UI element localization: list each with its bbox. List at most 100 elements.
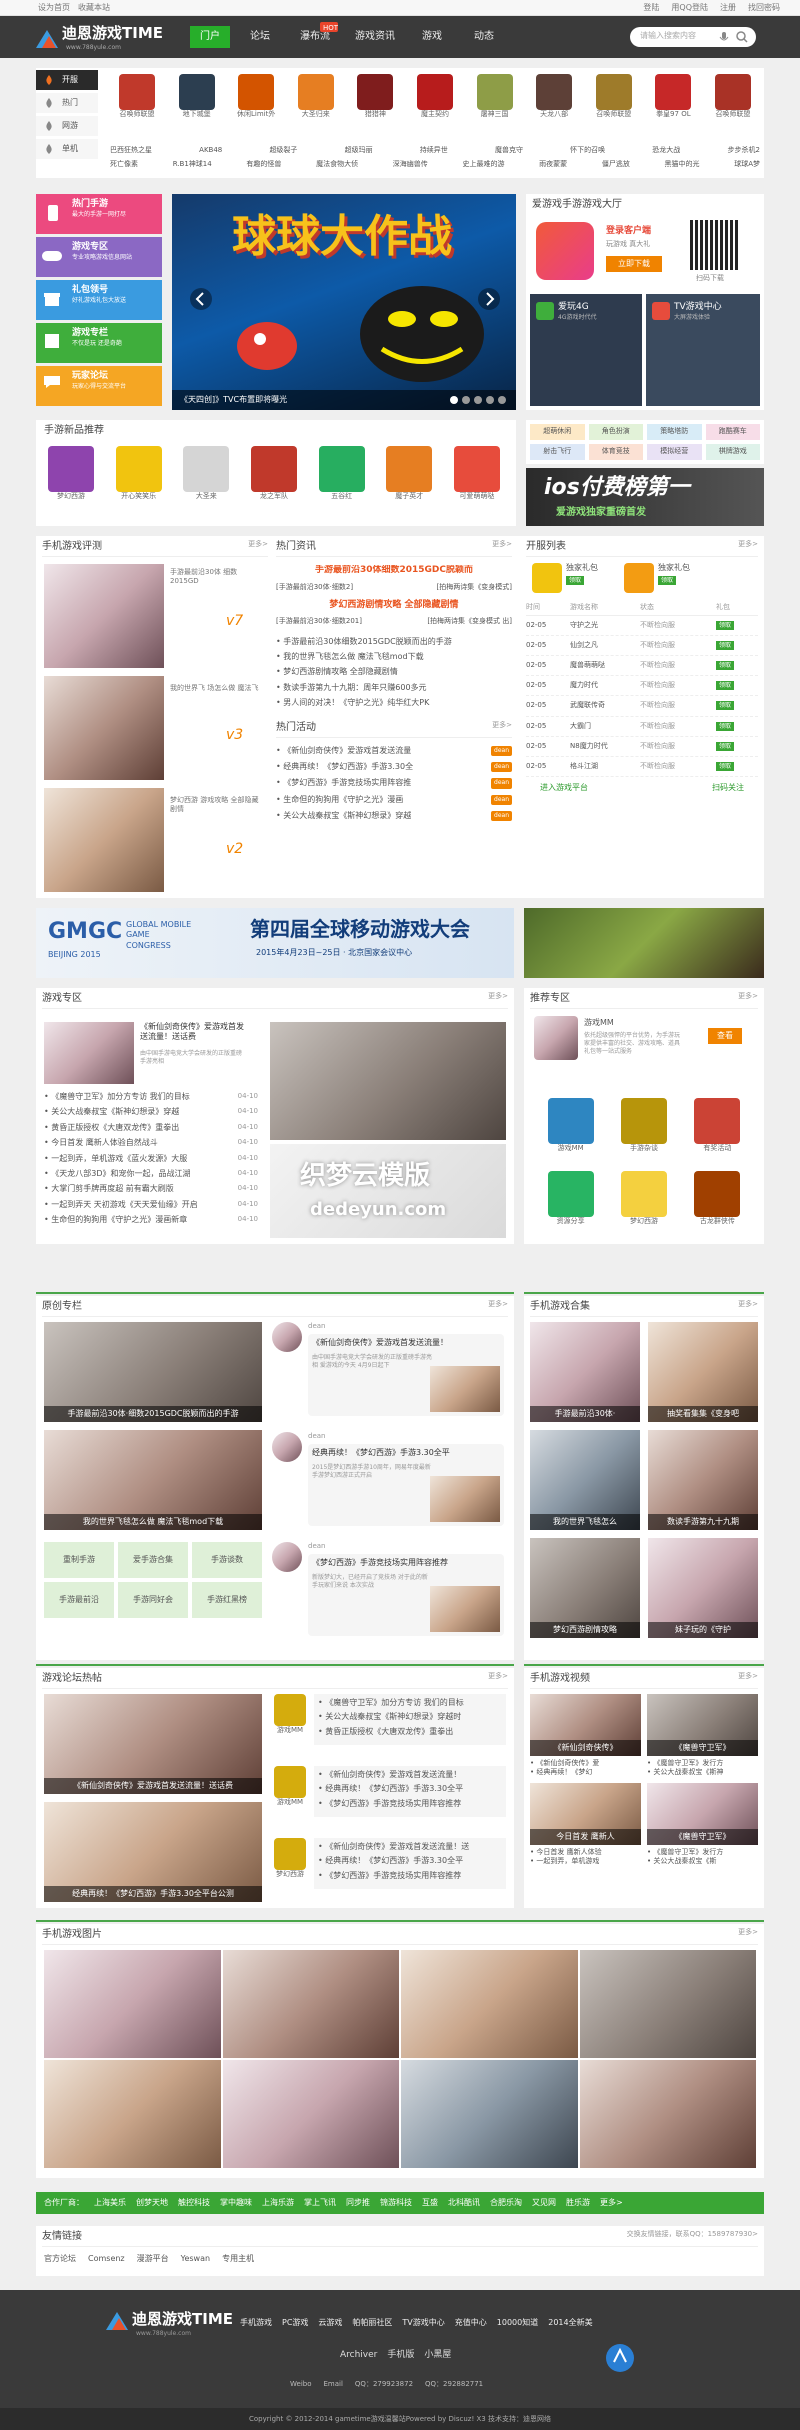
game-link[interactable]: R.B1神球14: [173, 160, 212, 169]
hero-carousel[interactable]: 球球大作战 《天四创]》TVC布置即将曝光: [172, 194, 516, 410]
zone-news-item[interactable]: • 一起到弄，单机游戏《蓝火发源》大服 04-10: [44, 1154, 258, 1164]
nav-games[interactable]: 游戏: [412, 26, 452, 48]
claim-button[interactable]: 领取: [716, 661, 735, 671]
weibo-link[interactable]: Weibo: [290, 2380, 312, 2389]
forum-more[interactable]: 更多>: [488, 1672, 508, 1685]
column-post[interactable]: dean 经典再续！《梦幻西游》手游3.30全平 2015是梦幻西游手游10周年，网…: [272, 1432, 508, 1536]
tag[interactable]: 棋牌游戏: [705, 444, 760, 460]
collection-item[interactable]: 手游最前沿30体·: [530, 1322, 640, 1422]
wechat-link[interactable]: 扫码关注: [712, 783, 744, 793]
zone-feature-title[interactable]: 《新仙剑奇侠传》爱游戏首发送流量！送话费: [140, 1022, 244, 1043]
exclusive-gift[interactable]: 独家礼包 领取: [532, 563, 598, 593]
news-item[interactable]: • 数读手游第九十九期：周年只赚600多元: [276, 683, 512, 693]
recommend-top-avatar[interactable]: [534, 1016, 578, 1060]
exclusive-gift[interactable]: 独家礼包 领取: [624, 563, 690, 593]
game-link[interactable]: 魔兽克守: [495, 146, 523, 155]
zone-more[interactable]: 更多>: [488, 992, 508, 1005]
search-icon[interactable]: [736, 31, 748, 43]
qq-login-link[interactable]: 用QQ登陆: [671, 3, 708, 13]
review-more[interactable]: 更多>: [248, 540, 268, 553]
gallery-photo[interactable]: [579, 1950, 756, 2058]
author-avatar[interactable]: [272, 1432, 302, 1462]
server-row[interactable]: 02-05 武魔联传奇 不断检向服 领取: [526, 696, 758, 717]
site-logo[interactable]: 迪恩游戏TIME www.788yule.com: [34, 24, 164, 54]
promo-4g[interactable]: 爱玩4G 4G游戏时代代: [530, 294, 642, 406]
game-tile[interactable]: 休闲Limit外: [229, 74, 283, 119]
game-link[interactable]: 魔法食物大侦: [316, 160, 358, 169]
game-link[interactable]: 球球A梦: [734, 160, 760, 169]
tag[interactable]: 射击飞行: [530, 444, 585, 460]
news-item[interactable]: • 梦幻西游剧情攻略 全部隐藏剧情: [276, 667, 512, 677]
server-row[interactable]: 02-05 仙剑之凡 不断检向服 领取: [526, 636, 758, 657]
game-link[interactable]: 僵尸逃放: [602, 160, 630, 169]
game-tile[interactable]: 猎猎神: [348, 74, 402, 119]
tag[interactable]: 跑酷赛车: [705, 424, 760, 440]
gallery-photo[interactable]: [401, 1950, 578, 2058]
nav-game-news[interactable]: 游戏资讯: [350, 26, 400, 48]
claim-button[interactable]: 领取: [716, 721, 735, 731]
partner-link[interactable]: 锦游科技: [380, 2198, 412, 2208]
forum-photo[interactable]: 《新仙剑奇侠传》爱游戏首发送流量！送话费: [44, 1694, 262, 1794]
column-photo[interactable]: 手游最前沿30体·细数2015GDC脱颖而出的手游: [44, 1322, 262, 1422]
promo-tv[interactable]: TV游戏中心 大屏游戏体验: [646, 294, 760, 406]
gallery-photo[interactable]: [579, 2060, 756, 2168]
news-item[interactable]: • 男人间的对决！《守护之光》纯华红大PK: [276, 698, 512, 708]
column-link[interactable]: 手游谈数: [192, 1542, 262, 1578]
forum-thread[interactable]: • 《新仙剑奇侠传》爱游戏首发送流量！送: [318, 1842, 502, 1852]
enter-platform-link[interactable]: 进入游戏平台: [540, 783, 588, 793]
game-link[interactable]: 持续异世: [420, 146, 448, 155]
partner-link[interactable]: 上海乐游: [262, 2198, 294, 2208]
recommend-item[interactable]: 游戏MM: [534, 1098, 607, 1153]
collection-item[interactable]: 梦幻西游剧情攻略: [530, 1538, 640, 1638]
column-link[interactable]: 手游红黑榜: [192, 1582, 262, 1618]
game-link[interactable]: 有趣的怪兽: [246, 160, 281, 169]
footer-link[interactable]: 10000知道: [497, 2318, 538, 2328]
server-row[interactable]: 02-05 魔力时代 不断检向服 领取: [526, 676, 758, 697]
game-tile[interactable]: 召唤师联盟: [110, 74, 164, 119]
carousel-next-icon[interactable]: [478, 288, 500, 310]
collection-item[interactable]: 妹子玩的《守护: [648, 1538, 758, 1638]
game-link[interactable]: 步步杀机2: [727, 146, 759, 155]
author-avatar[interactable]: [272, 1542, 302, 1572]
zone-news-item[interactable]: • 黄昏正版授权《大唐双龙传》重拳出 04-10: [44, 1123, 258, 1133]
server-row[interactable]: 02-05 魔兽萌萌哒 不断检向服 领取: [526, 656, 758, 677]
tag[interactable]: 策略塔防: [647, 424, 702, 440]
carousel-dot[interactable]: [474, 396, 482, 404]
footer-link[interactable]: TV游戏中心: [402, 2318, 444, 2328]
zone-news-item[interactable]: • 今日首发 鹰新人体验自然战斗 04-10: [44, 1138, 258, 1148]
zone-photo[interactable]: [270, 1022, 506, 1140]
partner-link[interactable]: 掌中趣味: [220, 2198, 252, 2208]
column-link[interactable]: 爱手游合集: [118, 1542, 188, 1578]
partner-link[interactable]: 互盛: [422, 2198, 438, 2208]
review-photo[interactable]: [44, 788, 164, 892]
review-text[interactable]: 梦幻西游 游戏攻略 全部隐藏 剧情: [170, 796, 260, 814]
forum-thread[interactable]: • 经典再续！《梦幻西游》手游3.30全平: [318, 1856, 502, 1866]
forum-thread[interactable]: • 《魔兽守卫军》加分方专访 我们的目标: [318, 1698, 502, 1708]
column-post[interactable]: dean 《新仙剑奇侠传》爱游戏首发送流量！ 由中国手游电竞大学会研发的正版重磅手游…: [272, 1322, 508, 1426]
zone-news-item[interactable]: • 《魔兽守卫军》加分方专访 我们的目标 04-10: [44, 1092, 258, 1102]
game-link[interactable]: 巴西狂热之星: [110, 146, 152, 155]
new-game-item[interactable]: 大圣来: [179, 446, 233, 501]
game-link[interactable]: 黑猫中的光: [665, 160, 700, 169]
footer-link[interactable]: PC游戏: [282, 2318, 308, 2328]
zone-feature-photo[interactable]: [44, 1022, 134, 1084]
server-row[interactable]: 02-05 守护之光 不断检向服 领取: [526, 616, 758, 637]
server-row[interactable]: 02-05 N8魔力时代 不断检向服 领取: [526, 737, 758, 757]
game-tile[interactable]: 屠神三国: [468, 74, 522, 119]
claim-button[interactable]: 领取: [716, 741, 735, 751]
partner-link[interactable]: 又见网: [532, 2198, 556, 2208]
review-photo[interactable]: [44, 564, 164, 668]
friend-link[interactable]: 专用主机: [222, 2254, 254, 2264]
partner-link[interactable]: 上海美乐: [94, 2198, 126, 2208]
claim-button[interactable]: 领取: [716, 701, 735, 711]
game-tile[interactable]: 地下城堡: [170, 74, 224, 119]
microphone-icon[interactable]: [718, 31, 730, 43]
column-link[interactable]: 手游最前沿: [44, 1582, 114, 1618]
activity-item[interactable]: • 《新仙剑奇侠传》爱游戏首发送流量 dean: [276, 745, 512, 756]
collection-item[interactable]: 我的世界飞毯怎么: [530, 1430, 640, 1530]
activity-more[interactable]: 更多>: [492, 721, 512, 734]
forum-user[interactable]: 游戏MM: [272, 1766, 308, 1807]
new-game-item[interactable]: 五谷红: [315, 446, 369, 501]
review-text[interactable]: 我的世界飞 场怎么做 魔法飞: [170, 684, 260, 693]
carousel-dot[interactable]: [462, 396, 470, 404]
